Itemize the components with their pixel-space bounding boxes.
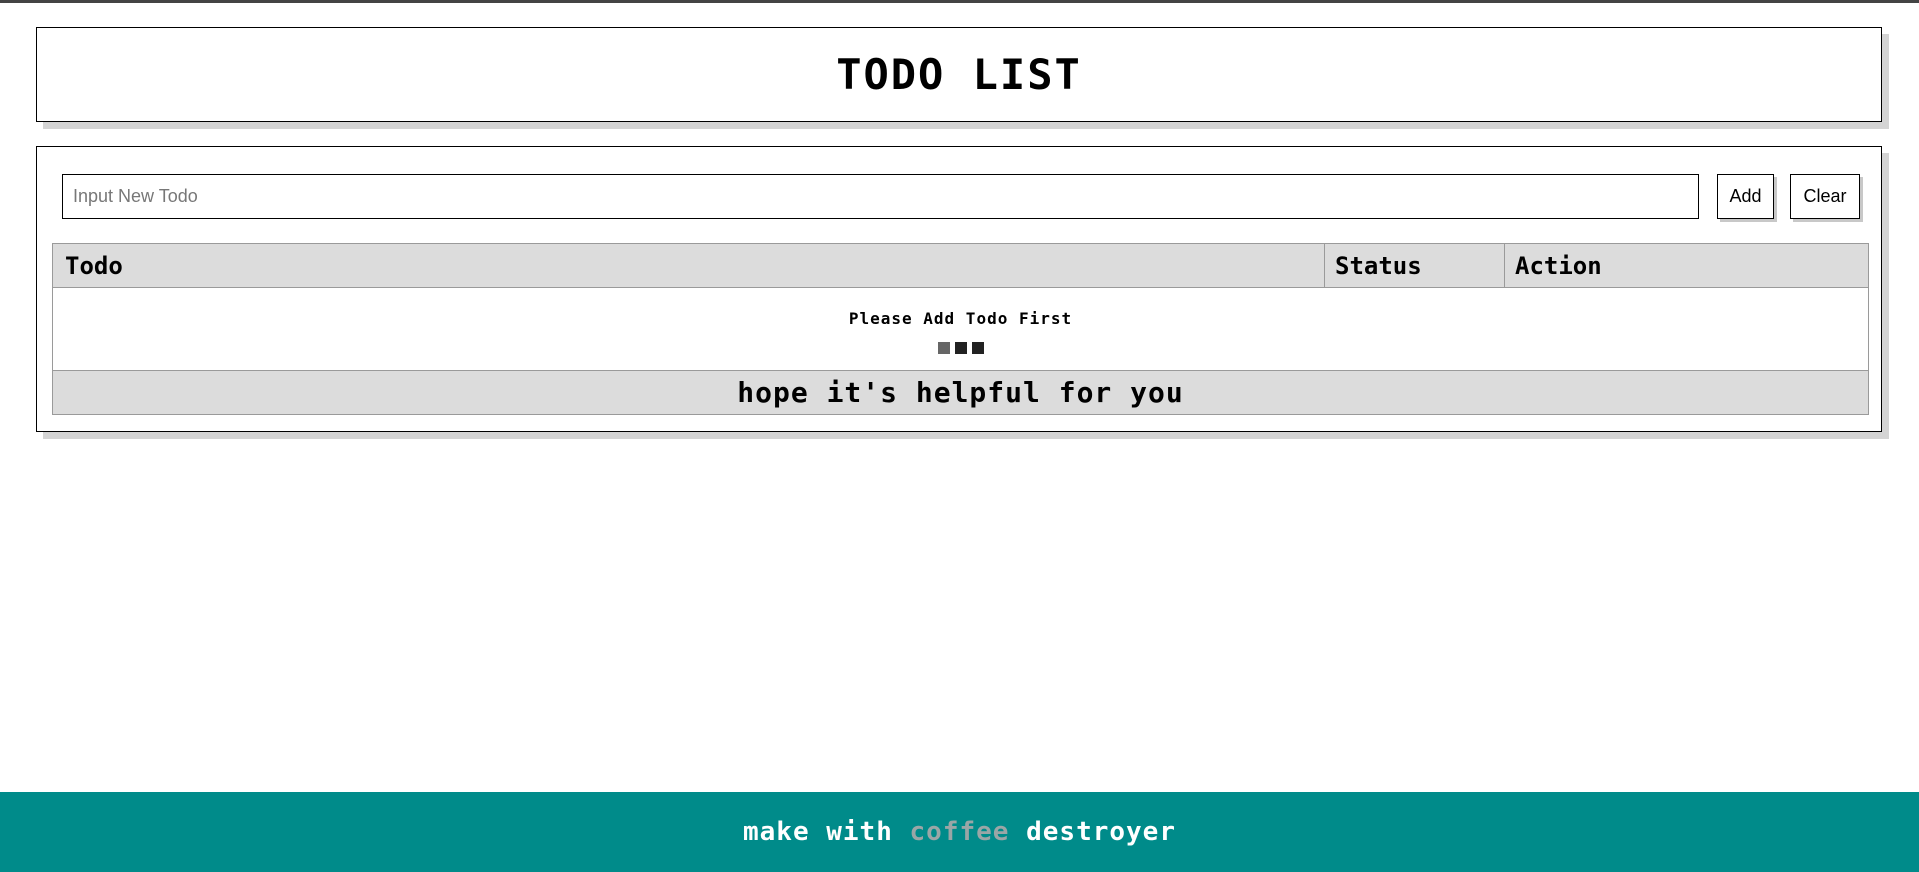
footer-accent-word: coffee bbox=[909, 817, 1010, 847]
footer-prefix: make with bbox=[742, 817, 910, 847]
top-border bbox=[0, 0, 1919, 3]
loading-indicator bbox=[53, 341, 1868, 354]
page-footer: make with coffee destroyer bbox=[0, 792, 1919, 872]
page-title: TODO LIST bbox=[836, 50, 1082, 99]
loading-dot bbox=[937, 341, 950, 354]
empty-state-row: Please Add Todo First bbox=[52, 287, 1869, 371]
column-header-action: Action bbox=[1504, 243, 1869, 288]
todo-table: Todo Status Action Please Add Todo First bbox=[52, 243, 1869, 415]
loading-dot bbox=[971, 341, 984, 354]
table-footer-row: hope it's helpful for you bbox=[52, 370, 1869, 415]
footer-suffix: destroyer bbox=[1009, 817, 1176, 847]
todo-panel: Add Clear Todo Status Action Please Add … bbox=[36, 146, 1882, 432]
table-footer-message: hope it's helpful for you bbox=[52, 370, 1869, 415]
new-todo-input[interactable] bbox=[62, 174, 1699, 219]
clear-button[interactable]: Clear bbox=[1790, 174, 1860, 219]
empty-state-cell: Please Add Todo First bbox=[52, 287, 1869, 371]
column-header-status: Status bbox=[1324, 243, 1505, 288]
loading-dot bbox=[954, 341, 967, 354]
column-header-todo: Todo bbox=[52, 243, 1325, 288]
table-header-row: Todo Status Action bbox=[52, 243, 1869, 288]
empty-state-message: Please Add Todo First bbox=[848, 308, 1073, 328]
add-button[interactable]: Add bbox=[1717, 174, 1774, 219]
header-panel: TODO LIST bbox=[36, 27, 1882, 122]
